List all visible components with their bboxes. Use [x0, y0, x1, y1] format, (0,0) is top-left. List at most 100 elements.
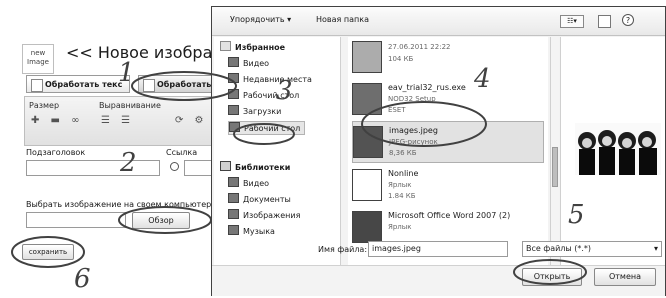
dialog-toolbar: Упорядочить ▾ Новая папка ☷▾ ? [212, 7, 665, 36]
file-meta: NOD32 Setup [388, 95, 436, 103]
nav-label: Документы [243, 195, 291, 204]
file-name: eav_trial32_rus.exe [388, 83, 466, 92]
video-library-icon [228, 177, 239, 187]
editor-toolbar: Размер Выравнивание ✚ ▬ ∞ ☰ ☰ ⟳ ⚙ [24, 96, 216, 146]
nav-item-downloads[interactable]: Загрузки [228, 105, 281, 117]
file-icon [352, 41, 382, 73]
browse-button[interactable]: Обзор [132, 212, 190, 229]
annotation-number: 1 [118, 58, 135, 88]
save-button[interactable]: сохранить [22, 244, 74, 260]
annotation-number: 2 [120, 148, 137, 178]
subtitle-label: Подзаголовок [26, 148, 86, 157]
favorites-header[interactable]: Избранное [220, 41, 285, 53]
video-folder-icon [228, 57, 239, 67]
file-list-scrollbar[interactable] [550, 37, 559, 265]
file-meta: Ярлык [388, 181, 412, 189]
libraries-header-label: Библиотеки [235, 163, 291, 172]
tab-process-image[interactable]: Обработать [138, 75, 212, 93]
file-meta: 104 КБ [388, 55, 414, 63]
annotation-number: 4 [474, 64, 491, 94]
size-controls-icon[interactable]: ✚ ▬ ∞ [31, 115, 84, 126]
nav-item-lib-images[interactable]: Изображения [228, 209, 300, 221]
libraries-header[interactable]: Библиотеки [220, 161, 290, 173]
logo-line2: Image [27, 58, 49, 66]
nav-label: Рабочий стол [244, 124, 301, 133]
nav-item-recent[interactable]: Недавние места [228, 73, 312, 85]
file-meta: 27.06.2011 22:22 [388, 43, 451, 51]
list-item[interactable]: Nonline Ярлык 1.84 КБ [352, 165, 542, 205]
preview-pane-icon[interactable] [598, 15, 611, 28]
list-item-selected[interactable]: images.jpeg JPEG-рисунок 8,36 КБ [352, 121, 544, 163]
image-icon [143, 79, 155, 92]
nav-item-lib-music[interactable]: Музыка [228, 225, 275, 237]
rotate-icon[interactable]: ⟳ ⚙ [175, 115, 208, 126]
dialog-bottom-bar: Имя файла: images.jpeg Все файлы (*.*) ▾… [212, 241, 665, 296]
file-meta: JPEG-рисунок [389, 138, 438, 146]
nav-label: Загрузки [243, 107, 282, 116]
file-path-input[interactable] [26, 212, 126, 228]
tab-process-text[interactable]: Обработать текс [26, 75, 130, 93]
file-name: Nonline [388, 169, 419, 178]
nav-label: Видео [243, 179, 270, 188]
file-meta: ESET [388, 106, 406, 114]
chevron-down-icon: ▾ [653, 244, 658, 253]
choose-image-label: Выбрать изображение на своем компьютере [26, 200, 217, 209]
preview-pane [560, 37, 665, 265]
file-name: Microsoft Office Word 2007 (2) [388, 211, 511, 220]
file-meta: 1.84 КБ [388, 192, 416, 200]
link-input[interactable] [184, 160, 212, 176]
filetype-select[interactable]: Все файлы (*.*) ▾ [522, 241, 662, 257]
new-folder-button[interactable]: Новая папка [316, 15, 369, 24]
image-thumbnail-icon [353, 126, 383, 158]
word-document-icon [352, 211, 382, 243]
image-preview [575, 123, 661, 175]
recent-places-icon [228, 73, 239, 83]
nav-item-lib-documents[interactable]: Документы [228, 193, 291, 205]
site-logo: new Image [22, 44, 54, 74]
favorites-header-label: Избранное [235, 43, 286, 52]
document-icon [31, 79, 43, 92]
filetype-value: Все файлы (*.*) [526, 244, 592, 253]
filename-label: Имя файла: [318, 245, 368, 254]
images-library-icon [228, 209, 239, 219]
help-icon[interactable]: ? [622, 14, 634, 26]
installer-icon [352, 83, 382, 115]
organize-button[interactable]: Упорядочить ▾ [230, 15, 291, 24]
filename-input[interactable]: images.jpeg [368, 241, 508, 257]
page-title: << Новое изображ [66, 43, 227, 62]
nav-label: Видео [243, 59, 270, 68]
nav-item-desktop-2[interactable]: Рабочий стол [228, 121, 306, 135]
scrollbar-thumb[interactable] [552, 147, 558, 187]
view-icon[interactable]: ☷▾ [560, 15, 584, 28]
file-meta: 8,36 КБ [389, 149, 417, 157]
link-radio[interactable] [170, 162, 179, 171]
preview-photo-icon [575, 123, 661, 175]
subtitle-input[interactable] [26, 160, 160, 176]
annotation-number: 6 [74, 264, 91, 294]
nav-label: Музыка [243, 227, 275, 236]
list-item[interactable]: 27.06.2011 22:22 104 КБ [352, 37, 542, 77]
navigation-pane: Избранное Видео Недавние места Рабочий с… [214, 37, 341, 265]
list-item[interactable]: eav_trial32_rus.exe NOD32 Setup ESET [352, 79, 542, 119]
cancel-button[interactable]: Отмена [594, 268, 656, 286]
align-controls-icon[interactable]: ☰ ☰ [101, 115, 134, 126]
align-label: Выравнивание [99, 101, 161, 110]
annotation-number: 3 [276, 76, 293, 106]
music-library-icon [228, 225, 239, 235]
file-meta: Ярлык [388, 223, 412, 231]
file-list: 27.06.2011 22:22 104 КБ eav_trial32_rus.… [348, 37, 548, 265]
desktop-icon [228, 89, 239, 99]
size-label: Размер [29, 101, 60, 110]
tab-process-text-label: Обработать текс [45, 80, 123, 89]
nav-item-video[interactable]: Видео [228, 57, 269, 69]
nav-item-lib-video[interactable]: Видео [228, 177, 269, 189]
nav-label: Изображения [243, 211, 301, 220]
logo-line1: new [30, 49, 46, 57]
file-name: images.jpeg [389, 126, 438, 135]
annotation-number: 5 [568, 200, 585, 230]
link-label: Ссылка [166, 148, 198, 157]
documents-library-icon [228, 193, 239, 203]
open-button[interactable]: Открыть [522, 268, 582, 286]
downloads-icon [228, 105, 239, 115]
star-icon [220, 41, 231, 51]
